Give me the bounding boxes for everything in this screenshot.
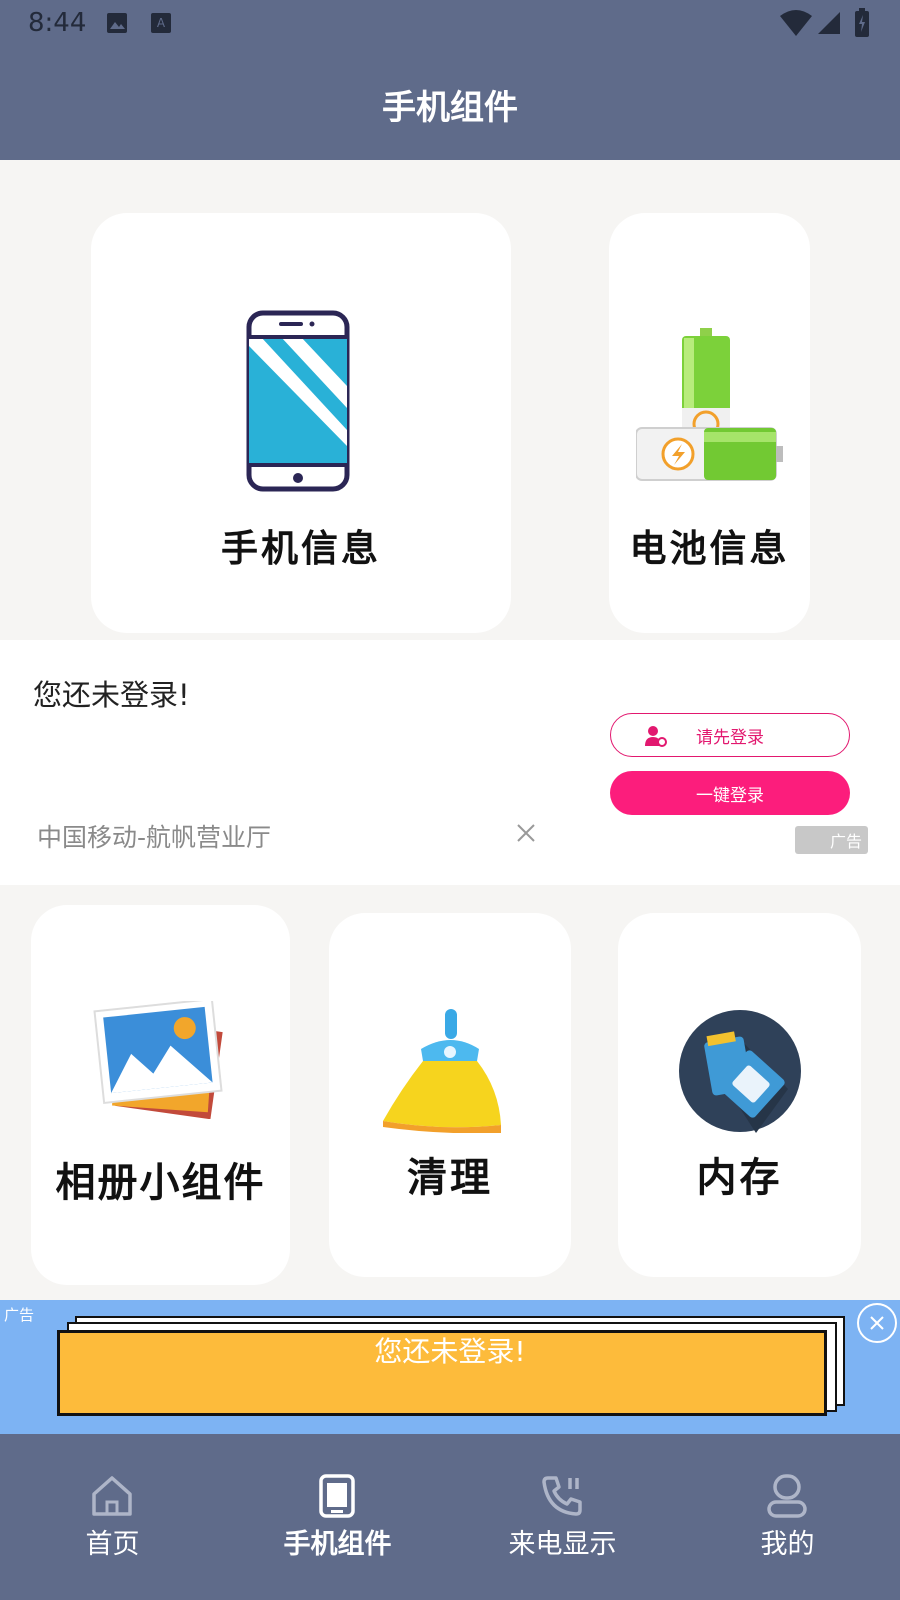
- memory-label: 内存: [696, 1155, 783, 1201]
- tab-phone-widgets-label: 手机组件: [283, 1529, 392, 1560]
- login-button[interactable]: 请先登录: [610, 713, 850, 757]
- wifi-icon: [780, 10, 812, 36]
- battery-info-card[interactable]: 电池信息: [609, 213, 810, 633]
- phone-info-card[interactable]: 手机信息: [91, 213, 511, 633]
- tab-mine-label: 我的: [760, 1529, 815, 1560]
- app-header: 手机组件: [0, 50, 900, 160]
- battery-icon: [636, 328, 783, 481]
- login-button-label: 请先登录: [696, 727, 764, 748]
- ad-badge-text: 广告: [829, 832, 862, 851]
- memory-card[interactable]: 内存: [618, 913, 861, 1277]
- battery-status-icon: [855, 8, 869, 37]
- phone-icon: [319, 1474, 355, 1518]
- phone-info-label: 手机信息: [221, 527, 381, 570]
- close-icon[interactable]: [515, 822, 537, 844]
- page-title: 手机组件: [382, 88, 518, 128]
- tab-home-label: 首页: [85, 1529, 140, 1560]
- tab-caller-display[interactable]: 来电显示: [450, 1434, 675, 1600]
- banner-ad[interactable]: 您还未登录! 广告: [0, 1300, 900, 1434]
- status-bar: 8:44 A: [0, 0, 900, 50]
- banner-text: 您还未登录!: [374, 1335, 526, 1368]
- tab-mine[interactable]: 我的: [675, 1434, 900, 1600]
- one-click-login-button[interactable]: 一键登录: [610, 771, 850, 815]
- svg-text:A: A: [157, 16, 166, 30]
- tab-phone-widgets[interactable]: 手机组件: [225, 1434, 450, 1600]
- user-icon: [767, 1474, 807, 1518]
- home-icon: [92, 1476, 132, 1516]
- photo-widget-label: 相册小组件: [55, 1160, 266, 1206]
- broom-icon: [383, 1009, 501, 1133]
- image-notification-icon: [107, 13, 127, 33]
- photo-widget-card[interactable]: 相册小组件: [31, 905, 290, 1285]
- sd-card-icon: [679, 1010, 801, 1133]
- battery-info-label: 电池信息: [629, 527, 790, 570]
- tab-home[interactable]: 首页: [0, 1434, 225, 1600]
- phone-call-icon: [542, 1476, 582, 1516]
- photo-album-icon: [93, 1001, 223, 1119]
- one-click-login-label: 一键登录: [696, 785, 764, 806]
- bottom-tab-bar: 首页 手机组件 来电显示 我的: [0, 1434, 900, 1600]
- font-notification-icon: A: [151, 13, 171, 33]
- ad-badge: 广告: [795, 826, 868, 854]
- ad-source-text: 中国移动-航帆营业厅: [37, 823, 272, 852]
- status-time: 8:44: [28, 8, 87, 38]
- clean-card[interactable]: 清理: [329, 913, 571, 1277]
- phone-icon: [246, 310, 350, 492]
- banner-close-icon[interactable]: [856, 1302, 898, 1344]
- user-lock-icon: [645, 726, 667, 747]
- banner-ad-badge: 广告: [4, 1306, 35, 1324]
- tab-caller-display-label: 来电显示: [508, 1529, 617, 1560]
- clean-label: 清理: [407, 1155, 493, 1201]
- signal-icon: [818, 12, 840, 34]
- ad-login-message: 您还未登录!: [33, 678, 190, 712]
